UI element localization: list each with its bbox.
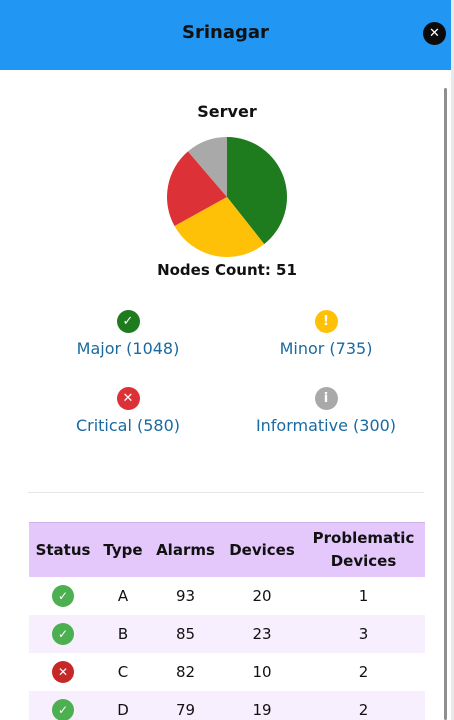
column-header-type[interactable]: Type	[97, 522, 149, 577]
close-icon[interactable]: ✕	[423, 22, 446, 45]
scrollbar[interactable]	[444, 88, 447, 720]
table-header-row: Status Type Alarms Devices Problematic D…	[29, 522, 425, 577]
alarms-cell: 93	[175, 587, 196, 605]
status-cell: ✕	[29, 653, 97, 691]
type-cell: C	[117, 663, 129, 681]
x-circle-icon: ✕	[52, 661, 74, 683]
check-circle-icon: ✓	[52, 623, 74, 645]
exclamation-icon: !	[314, 310, 338, 333]
table-row[interactable]: ✕ C 82 10 2	[29, 653, 425, 691]
devices-cell: 23	[222, 615, 302, 653]
alarms-cell: 79	[149, 691, 222, 720]
legend-major[interactable]: ✓ Major (1048)	[28, 310, 228, 358]
column-header-devices[interactable]: Devices	[222, 522, 302, 577]
chart-title: Server	[197, 102, 257, 121]
check-circle-icon: ✓	[52, 699, 74, 720]
problematic-cell: 2	[358, 663, 369, 681]
legend-critical[interactable]: ✕ Critical (580)	[28, 387, 228, 435]
nodes-count: Nodes Count: 51	[157, 261, 297, 279]
table-row[interactable]: ✓ A 93 20 1	[29, 577, 425, 615]
devices-cell: 10	[252, 663, 272, 681]
legend-label: Informative (300)	[255, 416, 397, 435]
legend-label: Critical (580)	[75, 416, 181, 435]
column-header-alarms[interactable]: Alarms	[149, 522, 222, 577]
legend-informative[interactable]: i Informative (300)	[226, 387, 426, 435]
type-cell: B	[97, 615, 149, 653]
devices-cell: 19	[222, 691, 302, 720]
problematic-cell: 3	[302, 615, 425, 653]
status-cell: ✓	[29, 577, 97, 615]
type-cell: D	[97, 691, 149, 720]
check-icon: ✓	[116, 310, 140, 333]
alarms-cell: 82	[175, 663, 196, 681]
table-row[interactable]: ✓ D 79 19 2	[29, 691, 425, 720]
pie-chart	[167, 137, 287, 257]
column-header-problematic-devices[interactable]: Problematic Devices	[302, 522, 425, 577]
problematic-cell: 1	[358, 587, 369, 605]
alarms-cell: 85	[149, 615, 222, 653]
detail-panel: Srinagar ✕ Server Nodes Count: 51 ✓ Majo…	[0, 0, 451, 720]
devices-cell: 20	[252, 587, 272, 605]
problematic-cell: 2	[302, 691, 425, 720]
page-title: Srinagar	[182, 22, 269, 43]
status-cell: ✓	[29, 615, 97, 653]
x-icon: ✕	[116, 387, 140, 410]
header: Srinagar ✕	[0, 0, 451, 70]
status-cell: ✓	[29, 691, 97, 720]
info-icon: i	[314, 387, 338, 410]
divider	[28, 492, 424, 493]
alarm-table: Status Type Alarms Devices Problematic D…	[29, 522, 425, 720]
column-header-status[interactable]: Status	[29, 522, 97, 577]
legend-label: Minor (735)	[279, 339, 373, 358]
check-circle-icon: ✓	[52, 585, 74, 607]
legend-minor[interactable]: ! Minor (735)	[226, 310, 426, 358]
legend-label: Major (1048)	[76, 339, 180, 358]
type-cell: A	[117, 587, 129, 605]
table-row[interactable]: ✓ B 85 23 3	[29, 615, 425, 653]
